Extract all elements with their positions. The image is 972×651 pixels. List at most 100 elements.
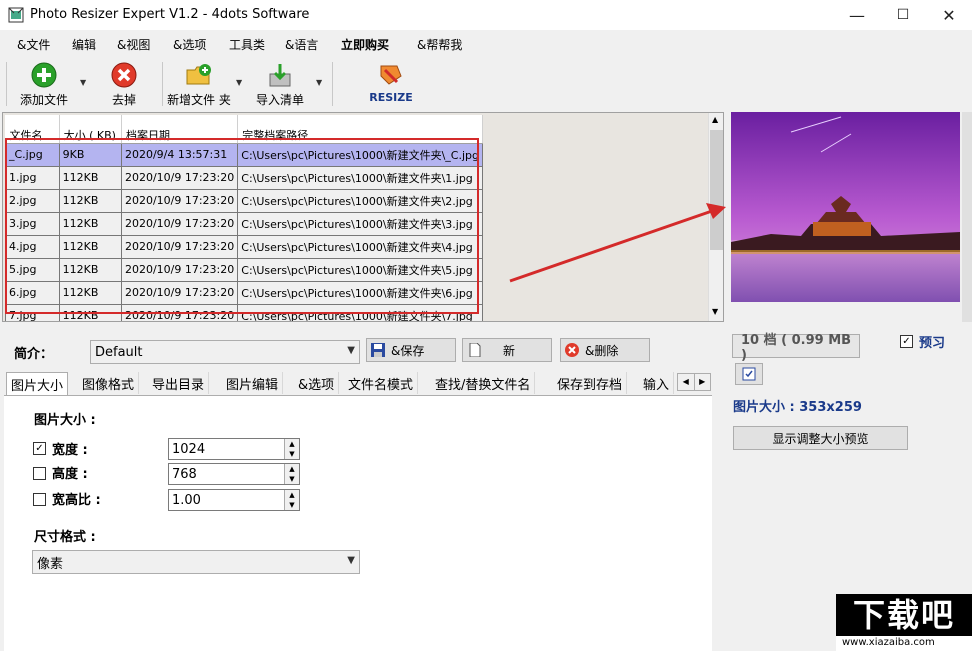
aspect-ratio-checkbox[interactable]: [33, 493, 46, 506]
aspect-ratio-value: 1.00: [172, 492, 201, 508]
menu-language[interactable]: &语言: [285, 36, 318, 53]
cell-date: 2020/10/9 17:23:20: [120, 303, 239, 321]
preview-checkbox-label[interactable]: 预习: [919, 332, 945, 351]
tab-find-replace[interactable]: 查找/替换文件名: [431, 372, 536, 394]
table-row[interactable]: 6.jpg 112KB 2020/10/9 17:23:20 C:\Users\pc\…: [5, 280, 483, 305]
new-profile-button[interactable]: 新: [462, 338, 552, 362]
add-file-dropdown-icon[interactable]: ▼: [80, 78, 86, 87]
column-header-path[interactable]: 完整档案路径: [237, 115, 483, 144]
annotation-arrow: [509, 203, 726, 283]
tab-image-format[interactable]: 图像格式: [78, 372, 140, 394]
column-header-date[interactable]: 档案日期: [121, 115, 239, 144]
scroll-down-icon[interactable]: ▼: [712, 307, 718, 316]
delete-profile-button[interactable]: &删除: [560, 338, 650, 362]
spin-up-icon[interactable]: ▲: [284, 464, 299, 474]
spin-up-icon[interactable]: ▲: [284, 439, 299, 449]
tab-scroll-right-icon[interactable]: ▶: [695, 374, 711, 390]
cell-size: 112KB: [58, 211, 122, 236]
cell-filename: 7.jpg: [5, 303, 60, 321]
file-table[interactable]: 文件名 大小 ( KB) 档案日期 完整档案路径 _C.jpg 9KB 2020/9…: [5, 115, 483, 321]
spin-down-icon[interactable]: ▼: [284, 500, 299, 510]
menu-edit[interactable]: 编辑: [72, 36, 96, 53]
add-folder-dropdown-icon[interactable]: ▼: [236, 78, 242, 87]
add-file-button[interactable]: 添加文件: [16, 62, 72, 108]
chevron-down-icon: ▼: [347, 555, 355, 566]
resize-button[interactable]: RESIZE: [368, 62, 414, 108]
remove-label: 去掉: [111, 93, 136, 107]
cell-path: C:\Users\pc\Pictures\1000\新建文件夹\2.jpg: [237, 188, 483, 213]
chevron-down-icon: ▼: [347, 345, 355, 356]
clipboard-check-icon: [742, 367, 756, 381]
column-header-size[interactable]: 大小 ( KB): [59, 115, 122, 144]
tab-scroll-left-icon[interactable]: ◀: [678, 374, 695, 390]
height-label: 高度 :: [52, 467, 88, 482]
cell-size: 112KB: [58, 257, 122, 282]
tab-save-archive[interactable]: 保存到存档: [553, 372, 628, 394]
profile-select[interactable]: Default ▼: [90, 340, 360, 364]
menu-file[interactable]: &文件: [17, 36, 50, 53]
import-list-button[interactable]: 导入清单: [252, 62, 308, 108]
show-resize-preview-button[interactable]: 显示调整大小预览: [733, 426, 908, 450]
tab-export-dir[interactable]: 导出目录: [148, 372, 210, 394]
aspect-ratio-input[interactable]: 1.00 ▲ ▼: [168, 489, 300, 511]
table-row[interactable]: _C.jpg 9KB 2020/9/4 13:57:31 C:\Users\pc\Pi…: [5, 142, 483, 167]
cell-filename: 2.jpg: [5, 188, 60, 213]
table-row[interactable]: 4.jpg 112KB 2020/10/9 17:23:20 C:\Users\pc\…: [5, 234, 483, 259]
cell-path: C:\Users\pc\Pictures\1000\新建文件夹\7.jpg: [237, 303, 483, 321]
width-label: 宽度 :: [52, 443, 88, 458]
width-input[interactable]: 1024 ▲ ▼: [168, 438, 300, 460]
tab-image-size[interactable]: 图片大小: [6, 372, 69, 396]
spin-down-icon[interactable]: ▼: [284, 474, 299, 484]
menu-options[interactable]: &选项: [173, 36, 206, 53]
remove-button[interactable]: 去掉: [106, 62, 142, 108]
menu-tools[interactable]: 工具类: [229, 36, 265, 53]
cell-path: C:\Users\pc\Pictures\1000\新建文件夹\4.jpg: [237, 234, 483, 259]
size-format-heading: 尺寸格式 :: [34, 530, 96, 545]
tab-options[interactable]: &选项: [294, 372, 340, 394]
size-format-select[interactable]: 像素 ▼: [32, 550, 360, 574]
folder-add-icon: [186, 64, 211, 85]
new-profile-label: 新: [503, 343, 516, 358]
table-row[interactable]: 5.jpg 112KB 2020/10/9 17:23:20 C:\Users\pc\…: [5, 257, 483, 282]
add-folder-button[interactable]: 新增文件 夹: [166, 62, 232, 108]
table-row[interactable]: 1.jpg 112KB 2020/10/9 17:23:20 C:\Users\pc\…: [5, 165, 483, 190]
scroll-up-icon[interactable]: ▲: [712, 115, 718, 124]
tab-input[interactable]: 输入: [639, 372, 675, 394]
menu-buy-now[interactable]: 立即购买: [341, 36, 389, 53]
height-input[interactable]: 768 ▲ ▼: [168, 463, 300, 485]
table-row[interactable]: 2.jpg 112KB 2020/10/9 17:23:20 C:\Users\pc\…: [5, 188, 483, 213]
cell-date: 2020/9/4 13:57:31: [120, 142, 239, 167]
toolbar-separator: [162, 62, 163, 106]
cell-size: 112KB: [58, 280, 122, 305]
cell-path: C:\Users\pc\Pictures\1000\新建文件夹\5.jpg: [237, 257, 483, 282]
import-dropdown-icon[interactable]: ▼: [316, 78, 322, 87]
width-checkbox[interactable]: ✓: [33, 442, 46, 455]
menu-help[interactable]: &帮帮我: [417, 36, 462, 53]
profile-select-value: Default: [95, 344, 143, 360]
preview-settings-button[interactable]: [735, 363, 763, 385]
toolbar-grip: [6, 62, 7, 106]
watermark-url: www.xiazaiba.com: [842, 637, 935, 648]
preview-checkbox[interactable]: ✓: [900, 335, 913, 348]
table-row[interactable]: 3.jpg 112KB 2020/10/9 17:23:20 C:\Users\pc\…: [5, 211, 483, 236]
image-size-heading: 图片大小 :: [34, 413, 96, 428]
close-button[interactable]: ✕: [926, 0, 972, 30]
spin-up-icon[interactable]: ▲: [284, 490, 299, 500]
cell-size: 112KB: [58, 188, 122, 213]
tab-filename-pattern[interactable]: 文件名模式: [344, 372, 419, 394]
spin-down-icon[interactable]: ▼: [284, 449, 299, 459]
menu-view[interactable]: &视图: [117, 36, 150, 53]
column-header-filename[interactable]: 文件名: [5, 115, 60, 144]
window-title: Photo Resizer Expert V1.2 - 4dots Softwa…: [30, 7, 310, 22]
maximize-button[interactable]: ☐: [880, 0, 926, 30]
cell-path: C:\Users\pc\Pictures\1000\新建文件夹\6.jpg: [237, 280, 483, 305]
cell-date: 2020/10/9 17:23:20: [120, 280, 239, 305]
delete-icon: [565, 343, 579, 357]
table-row[interactable]: 7.jpg 112KB 2020/10/9 17:23:20 C:\Users\pc\…: [5, 303, 483, 321]
minimize-button[interactable]: —: [834, 0, 880, 30]
profile-label: 简介：: [14, 347, 54, 362]
save-profile-button[interactable]: &保存: [366, 338, 456, 362]
cell-filename: 1.jpg: [5, 165, 60, 190]
tab-image-edit[interactable]: 图片编辑: [222, 372, 284, 394]
height-checkbox[interactable]: [33, 467, 46, 480]
